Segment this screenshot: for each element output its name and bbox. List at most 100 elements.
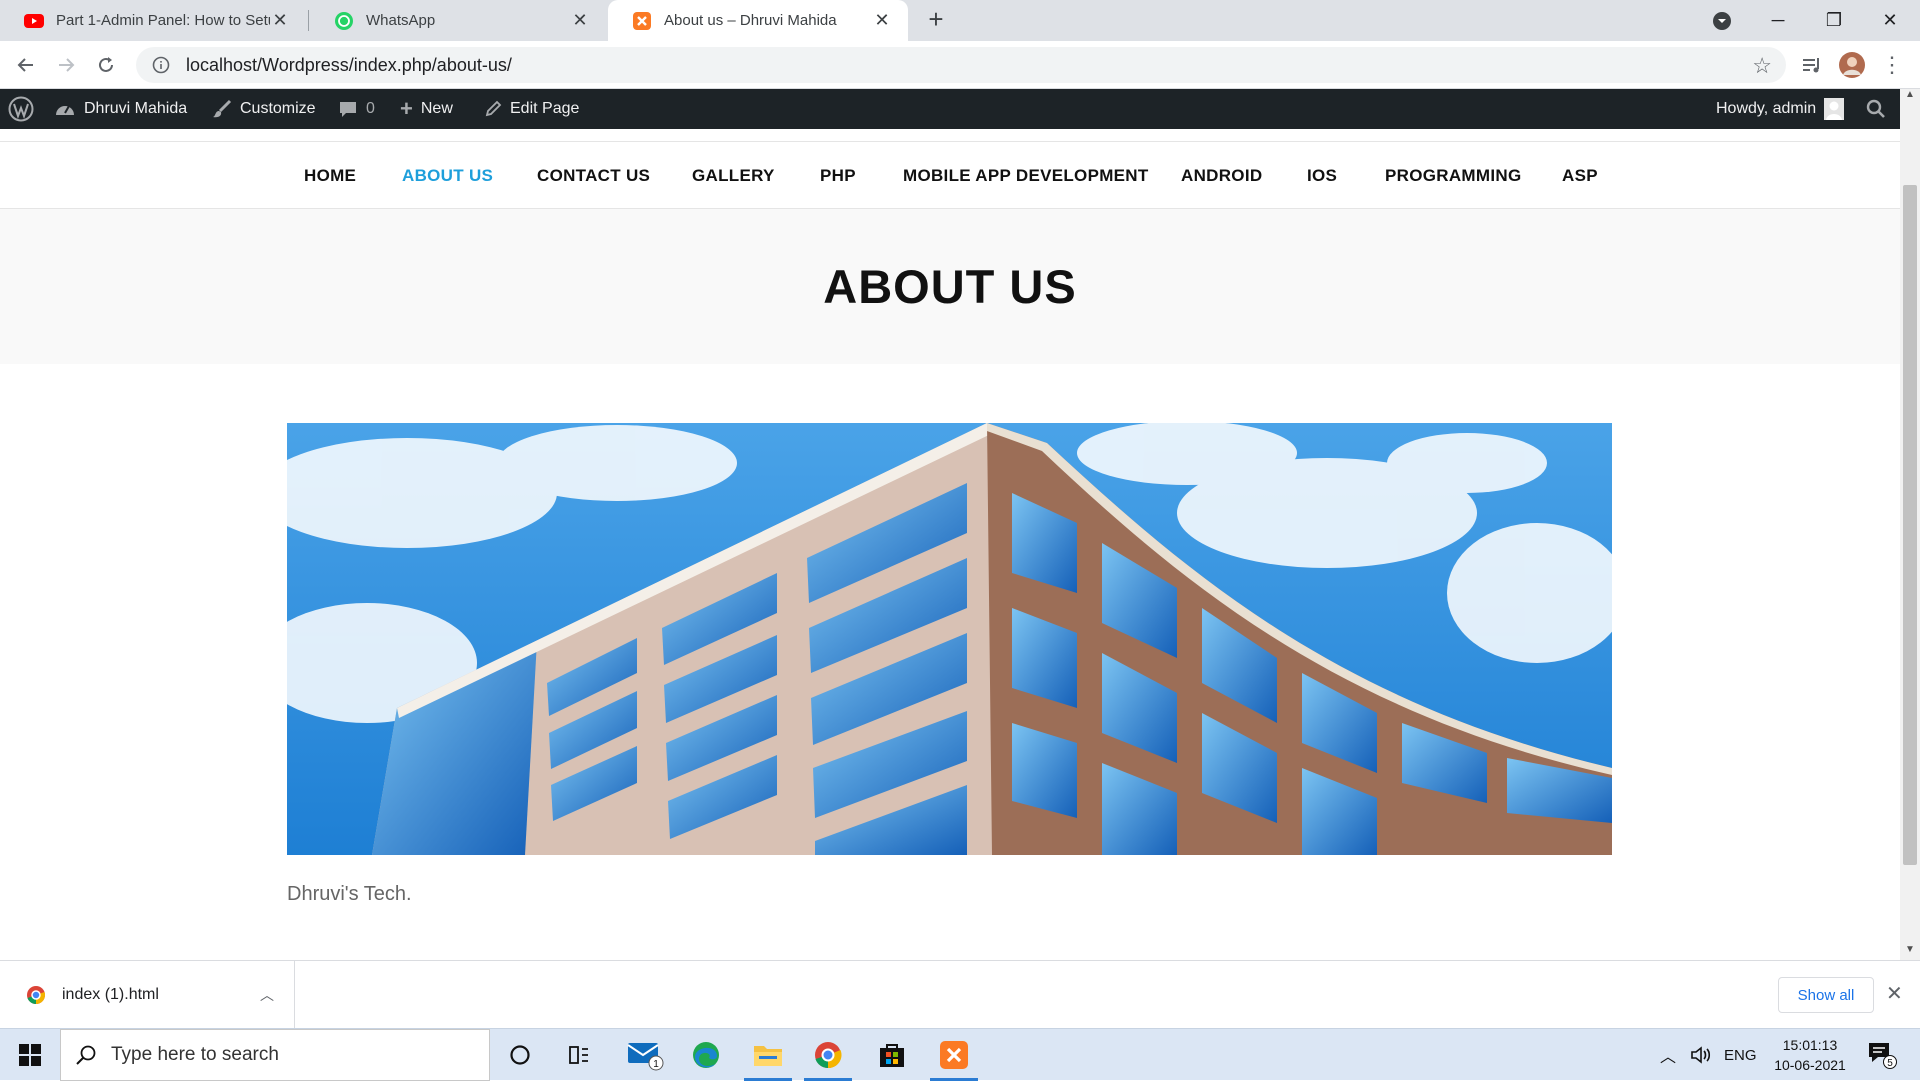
forward-button[interactable] [50,49,82,81]
xampp-icon [632,11,652,31]
language-indicator[interactable]: ENG [1724,1029,1757,1081]
tab-about-us[interactable]: About us – Dhruvi Mahida ✕ [608,0,908,41]
taskbar-clock[interactable]: 15:01:13 10-06-2021 [1768,1035,1852,1075]
restore-button[interactable]: ❐ [1806,0,1862,41]
chrome-menu-button[interactable]: ⋮ [1876,49,1908,81]
wp-logo-button[interactable] [8,89,34,129]
new-tab-button[interactable]: + [922,6,950,34]
chrome-file-icon [27,986,46,1004]
edit-page-label: Edit Page [510,100,580,117]
nav-item-ios[interactable]: IOS [1307,142,1337,210]
download-bar: index (1).html ︿ Show all ✕ [0,960,1920,1029]
folder-icon [754,1046,782,1066]
nav-item-gallery[interactable]: GALLERY [692,142,775,210]
wp-admin-bar: Dhruvi Mahida Customize 0 + New Edit Pag… [0,89,1900,129]
nav-item-php[interactable]: PHP [820,142,856,210]
show-hidden-icons-button[interactable]: ︿ [1660,1029,1676,1081]
tab-title: About us – Dhruvi Mahida [664,12,837,29]
speaker-icon [1691,1046,1711,1064]
wp-customize[interactable]: Customize [212,89,316,129]
search-icon [1866,99,1885,118]
windows-logo-icon [19,1044,41,1066]
cortana-circle-icon [510,1045,530,1065]
dashboard-gauge-icon [56,105,74,115]
more-vertical-icon: ⋮ [1881,52,1903,77]
chevron-up-icon[interactable]: ︿ [260,985,274,1005]
comment-bubble-icon [340,102,356,117]
nav-item-android[interactable]: ANDROID [1181,142,1262,210]
howdy-label: Howdy, admin [1716,100,1817,117]
notification-center-button[interactable]: 5 [1866,1029,1898,1081]
avatar-icon [1839,52,1865,78]
paintbrush-icon [213,99,232,118]
tab-whatsapp[interactable]: WhatsApp ✕ [310,0,606,41]
chevron-up-icon: ︿ [1660,1049,1677,1066]
volume-button[interactable] [1690,1029,1714,1081]
tab-title: WhatsApp [366,12,436,29]
edge-browser-icon [693,1042,719,1068]
search-icon [76,1045,96,1065]
show-all-button[interactable]: Show all [1778,977,1874,1013]
close-window-button[interactable]: ✕ [1862,0,1918,41]
wp-comments[interactable]: 0 [338,89,375,129]
close-tab-icon[interactable]: ✕ [570,10,590,31]
tab-separator [308,10,309,31]
taskbar-search-box[interactable]: Type here to search [60,1029,490,1081]
edge-app-button[interactable] [678,1029,734,1081]
wp-edit-page[interactable]: Edit Page [484,89,579,129]
notification-count: 5 [1887,1058,1893,1069]
scroll-up-icon[interactable]: ▲ [1900,89,1920,105]
download-item[interactable]: index (1).html ︿ [0,961,295,1029]
mail-icon: 1 [627,1043,664,1071]
clock-date: 10-06-2021 [1774,1057,1846,1073]
scroll-down-icon[interactable]: ▼ [1900,944,1920,960]
start-button[interactable] [0,1029,60,1081]
wp-my-account[interactable]: Howdy, admin [1716,89,1845,129]
nav-item-home[interactable]: HOME [304,142,356,210]
site-name-label: Dhruvi Mahida [84,100,188,117]
nav-item-programming[interactable]: PROGRAMMING [1385,142,1521,210]
nav-item-contact-us[interactable]: CONTACT US [537,142,650,210]
reload-icon [99,57,113,72]
chrome-app-button[interactable] [800,1029,856,1081]
close-tab-icon[interactable]: ✕ [270,10,290,31]
media-control-button[interactable] [1796,49,1828,81]
tab-search-button[interactable] [1694,0,1750,41]
back-button[interactable] [10,49,42,81]
nav-item-asp[interactable]: ASP [1562,142,1598,210]
profile-avatar[interactable] [1836,49,1868,81]
playlist-icon [1803,58,1819,73]
browser-tab-strip: Part 1-Admin Panel: How to Setu ✕ WhatsA… [0,0,1920,41]
close-download-bar-icon[interactable]: ✕ [1886,981,1903,1006]
chevron-down-icon [1713,11,1731,30]
wp-new-content[interactable]: + New [400,89,453,129]
tab-youtube[interactable]: Part 1-Admin Panel: How to Setu ✕ [0,0,306,41]
plus-icon: + [400,96,413,121]
featured-building-image [287,423,1612,855]
nav-item-mobile-app-development[interactable]: MOBILE APP DEVELOPMENT [903,142,1149,210]
clock-time: 15:01:13 [1782,1037,1838,1053]
mail-app-button[interactable]: 1 [618,1029,674,1081]
pencil-icon [485,100,502,117]
windows-taskbar: Type here to search 1 ︿ ENG 15:01:13 10-… [0,1028,1920,1081]
download-file-name: index (1).html [62,986,159,1003]
xampp-app-button[interactable] [926,1029,982,1081]
nav-item-about-us[interactable]: ABOUT US [402,142,493,210]
cortana-button[interactable] [492,1029,548,1081]
bookmark-star-icon[interactable]: ☆ [1752,53,1772,79]
scrollbar-thumb[interactable] [1903,185,1917,865]
info-icon[interactable] [150,54,172,76]
address-bar[interactable]: localhost/Wordpress/index.php/about-us/ … [136,47,1786,83]
reload-button[interactable] [90,49,122,81]
wp-site-name[interactable]: Dhruvi Mahida [54,89,187,129]
browser-toolbar: localhost/Wordpress/index.php/about-us/ … [0,41,1920,89]
page-scrollbar[interactable]: ▲ ▼ [1900,89,1920,960]
task-view-button[interactable] [552,1029,608,1081]
store-app-button[interactable] [864,1029,920,1081]
file-explorer-button[interactable] [740,1029,796,1081]
wp-search-button[interactable] [1866,89,1886,129]
minimize-button[interactable]: ─ [1750,0,1806,41]
wordpress-logo-icon [8,96,34,122]
close-tab-icon[interactable]: ✕ [872,10,892,31]
new-label: New [420,100,453,117]
